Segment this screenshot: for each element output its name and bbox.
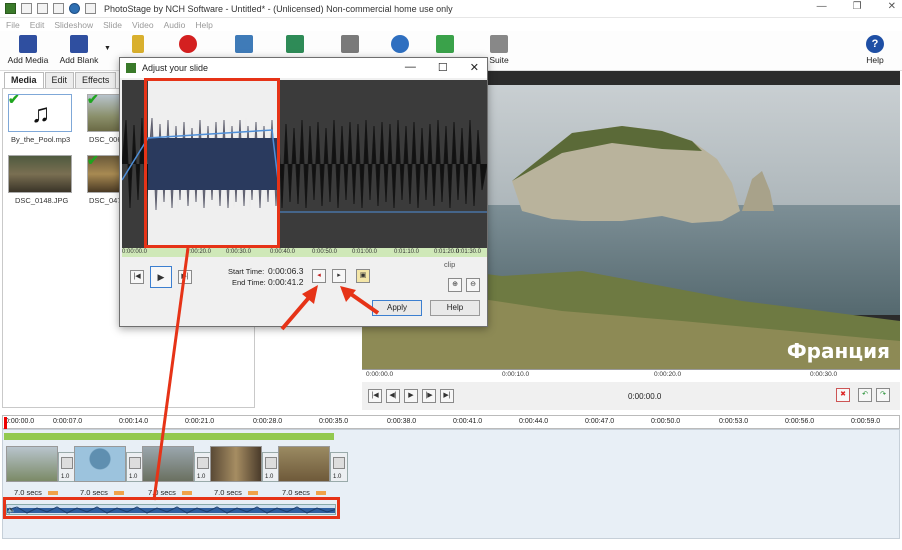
annotation-arrows (152, 247, 380, 501)
